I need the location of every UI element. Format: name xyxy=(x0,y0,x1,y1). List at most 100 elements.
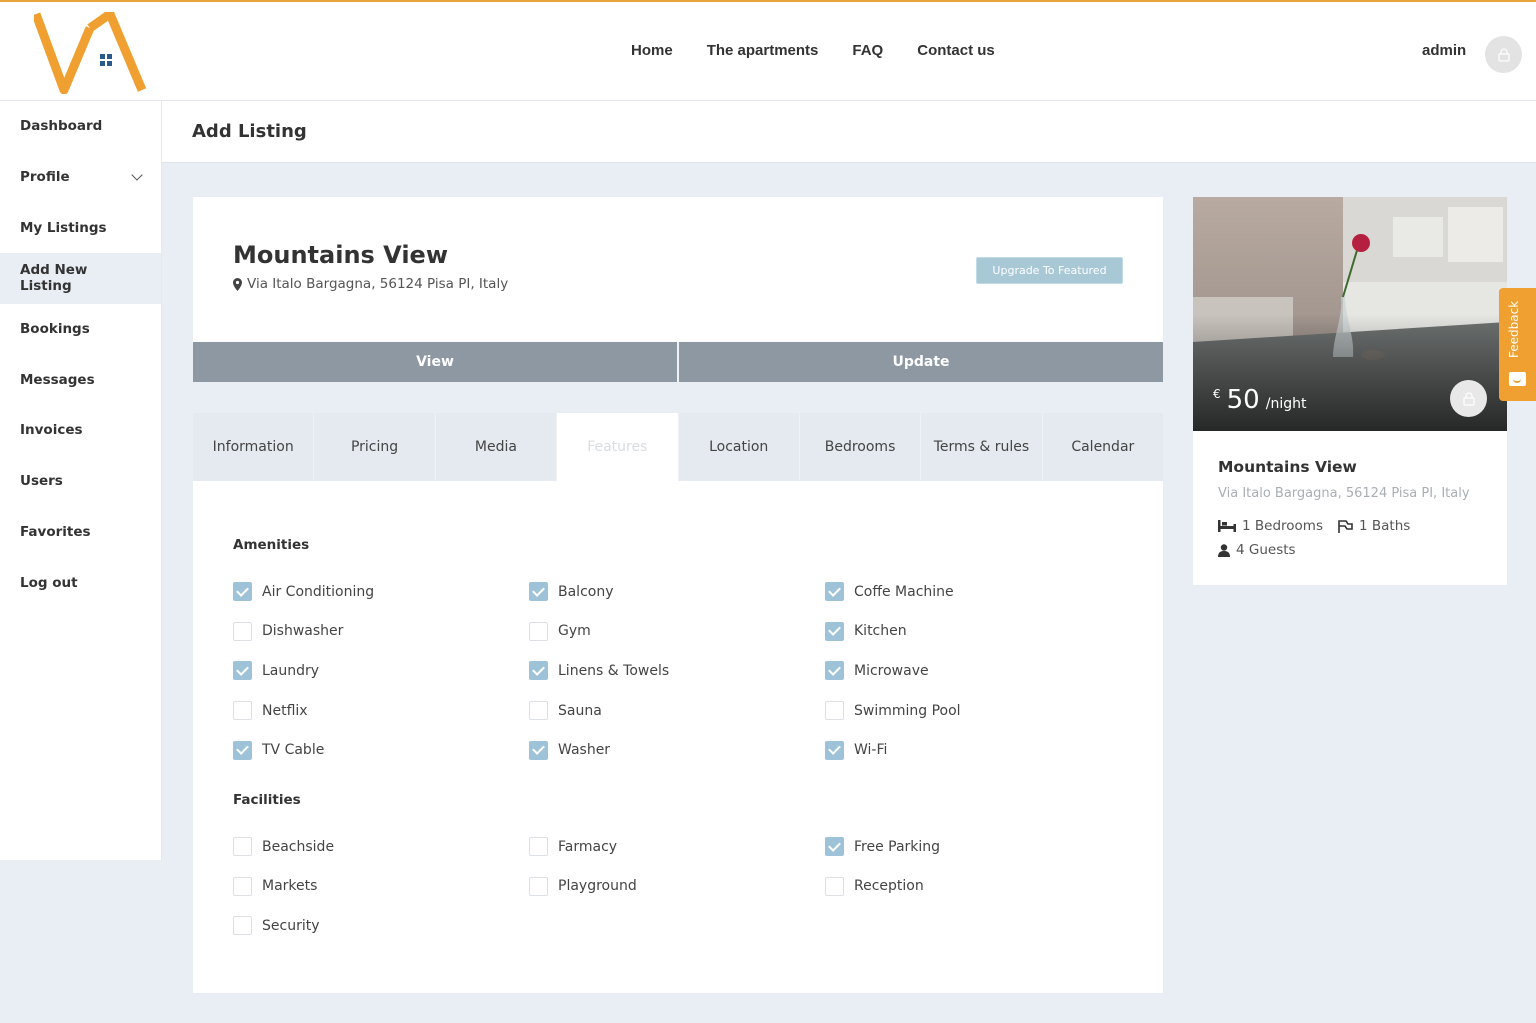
tab-bedrooms[interactable]: Bedrooms xyxy=(798,413,921,481)
checkbox[interactable] xyxy=(825,837,844,857)
chevron-down-icon xyxy=(131,169,143,181)
user-name[interactable]: admin xyxy=(1422,42,1466,59)
feature-option-free-parking[interactable]: Free Parking xyxy=(825,827,1121,867)
checkbox[interactable] xyxy=(529,701,548,721)
logo[interactable] xyxy=(34,12,146,94)
feature-option-beachside[interactable]: Beachside xyxy=(233,827,529,867)
nav-faq[interactable]: FAQ xyxy=(852,42,883,59)
checkbox[interactable] xyxy=(825,661,844,681)
feature-option-balcony[interactable]: Balcony xyxy=(529,572,825,612)
feature-label: Netflix xyxy=(262,702,308,719)
tab-features[interactable]: Features xyxy=(556,413,678,481)
upgrade-to-featured-button[interactable]: Upgrade To Featured xyxy=(976,257,1123,284)
feature-option-markets[interactable]: Markets xyxy=(233,867,529,907)
sidebar-item-label: Users xyxy=(20,473,63,490)
sidebar-item-add-new-listing[interactable]: Add New Listing xyxy=(0,253,161,304)
checkbox[interactable] xyxy=(529,661,548,681)
feature-option-security[interactable]: Security xyxy=(233,906,529,946)
feature-label: Kitchen xyxy=(854,623,907,640)
feature-option-air-conditioning[interactable]: Air Conditioning xyxy=(233,572,529,612)
feature-option-netflix[interactable]: Netflix xyxy=(233,691,529,731)
feature-option-washer[interactable]: Washer xyxy=(529,730,825,770)
checkbox[interactable] xyxy=(233,837,252,857)
sidebar-item-invoices[interactable]: Invoices xyxy=(0,405,161,456)
feature-option-reception[interactable]: Reception xyxy=(825,867,1121,907)
preview-address: Via Italo Bargagna, 56124 Pisa PI, Italy xyxy=(1218,486,1470,501)
checkbox[interactable] xyxy=(233,582,252,602)
facilities-list: Beachside Farmacy Free Parking Markets Playg… xyxy=(233,827,1133,946)
checkbox[interactable] xyxy=(825,701,844,721)
tab-location[interactable]: Location xyxy=(677,413,799,481)
sidebar-item-dashboard[interactable]: Dashboard xyxy=(0,101,161,152)
tab-information[interactable]: Information xyxy=(193,413,314,481)
sidebar-item-label: My Listings xyxy=(20,219,107,236)
feature-option-kitchen[interactable]: Kitchen xyxy=(825,612,1121,652)
host-avatar[interactable] xyxy=(1450,380,1487,417)
sidebar-item-label: Messages xyxy=(20,371,95,388)
checkbox[interactable] xyxy=(825,876,844,896)
checkbox[interactable] xyxy=(825,582,844,602)
feature-option-laundry[interactable]: Laundry xyxy=(233,651,529,691)
bed-icon xyxy=(1218,520,1236,532)
checkbox[interactable] xyxy=(825,740,844,760)
feature-option-gym[interactable]: Gym xyxy=(529,612,825,652)
feature-label: Reception xyxy=(854,878,924,895)
preview-guests-row: 4 Guests xyxy=(1218,542,1296,558)
tab-terms-rules[interactable]: Terms & rules xyxy=(920,413,1042,481)
sidebar-item-my-listings[interactable]: My Listings xyxy=(0,202,161,253)
sidebar-item-users[interactable]: Users xyxy=(0,456,161,507)
feature-option-tv-cable[interactable]: TV Cable xyxy=(233,730,529,770)
feature-option-farmacy[interactable]: Farmacy xyxy=(529,827,825,867)
checkbox[interactable] xyxy=(233,701,252,721)
listing-action-bar: View Update xyxy=(193,342,1163,382)
listing-address: Via Italo Bargagna, 56124 Pisa PI, Italy xyxy=(233,276,508,292)
feedback-tab[interactable]: Feedback xyxy=(1499,288,1536,401)
feature-option-swimming-pool[interactable]: Swimming Pool xyxy=(825,691,1121,731)
amenities-list: Air Conditioning Balcony Coffe Machine Dish… xyxy=(233,572,1133,770)
checkbox[interactable] xyxy=(529,621,548,641)
avatar[interactable] xyxy=(1485,36,1522,73)
sidebar-item-profile[interactable]: Profile xyxy=(0,152,161,203)
nav-apartments[interactable]: The apartments xyxy=(707,42,819,59)
tab-pricing[interactable]: Pricing xyxy=(313,413,435,481)
sidebar-item-bookings[interactable]: Bookings xyxy=(0,304,161,355)
checkbox[interactable] xyxy=(825,621,844,641)
checkbox[interactable] xyxy=(529,582,548,602)
feature-option-dishwasher[interactable]: Dishwasher xyxy=(233,612,529,652)
checkbox[interactable] xyxy=(233,740,252,760)
listing-tabs: Information Pricing Media Features Locat… xyxy=(193,413,1163,481)
feature-option-playground[interactable]: Playground xyxy=(529,867,825,907)
listing-header-card: Mountains View Via Italo Bargagna, 56124… xyxy=(193,197,1163,342)
feature-option-linens-towels[interactable]: Linens & Towels xyxy=(529,651,825,691)
view-button[interactable]: View xyxy=(193,342,677,382)
checkbox[interactable] xyxy=(233,661,252,681)
feature-label: Wi-Fi xyxy=(854,742,888,759)
nav-home[interactable]: Home xyxy=(631,42,673,59)
page-title-bar: Add Listing xyxy=(162,101,1536,163)
checkbox[interactable] xyxy=(529,837,548,857)
sidebar-item-favorites[interactable]: Favorites xyxy=(0,507,161,558)
checkbox[interactable] xyxy=(233,876,252,896)
checkbox[interactable] xyxy=(529,740,548,760)
feature-label: Security xyxy=(262,917,320,934)
checkbox[interactable] xyxy=(233,916,252,936)
update-button[interactable]: Update xyxy=(677,342,1163,382)
feature-option-coffe-machine[interactable]: Coffe Machine xyxy=(825,572,1121,612)
feedback-icon xyxy=(1509,372,1526,386)
checkbox[interactable] xyxy=(529,876,548,896)
tab-media[interactable]: Media xyxy=(434,413,557,481)
feature-option-wi-fi[interactable]: Wi-Fi xyxy=(825,730,1121,770)
feature-label: Beachside xyxy=(262,838,335,855)
sidebar-item-log-out[interactable]: Log out xyxy=(0,557,161,608)
tab-calendar[interactable]: Calendar xyxy=(1041,413,1163,481)
feature-option-sauna[interactable]: Sauna xyxy=(529,691,825,731)
price-amount: 50 xyxy=(1226,385,1260,415)
checkbox[interactable] xyxy=(233,621,252,641)
feature-label: Linens & Towels xyxy=(558,662,670,679)
sidebar-item-messages[interactable]: Messages xyxy=(0,354,161,405)
feature-label: Dishwasher xyxy=(262,623,344,640)
feature-label: Coffe Machine xyxy=(854,583,954,600)
feature-option-microwave[interactable]: Microwave xyxy=(825,651,1121,691)
feature-label: Laundry xyxy=(262,662,320,679)
nav-contact[interactable]: Contact us xyxy=(917,42,995,59)
